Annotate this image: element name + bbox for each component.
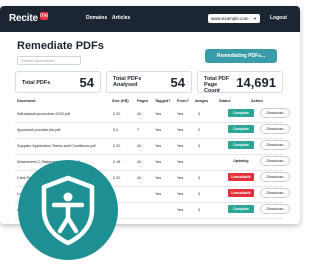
stat-card-page-count: Total PDF Page Count 14,691 (197, 71, 283, 94)
accessibility-shield-icon (41, 175, 95, 246)
stat-label: Total PDF Page Count (204, 76, 230, 94)
table-row: Approved-provider-list.pdf 0.2 7 Yes Yes 2 Com… (15, 122, 290, 139)
brand-logo-mark: me (40, 12, 49, 20)
cell-size: 0.32 (113, 144, 121, 148)
cell-document: Supplier-Application-Terms-and-Condition… (17, 144, 96, 148)
top-navigation-bar: Recite me Domains Articles www.example.c… (0, 6, 300, 32)
cell-tagged: Yes (155, 128, 162, 132)
nav-articles[interactable]: Articles (112, 15, 130, 21)
column-header-images[interactable]: Images (195, 99, 208, 103)
download-button[interactable]: Download (260, 204, 290, 214)
column-header-form[interactable]: Form? (177, 99, 189, 103)
download-button[interactable]: Download (260, 156, 290, 166)
stat-label: Total PDFs Analysed (113, 76, 142, 88)
cell-images: 3 (198, 112, 201, 116)
logout-link[interactable]: Logout (270, 15, 287, 21)
status-badge: Updating (228, 157, 254, 165)
status-badge: Complete (228, 141, 254, 149)
download-button[interactable]: Download (260, 172, 290, 182)
remediate-button[interactable]: Remediating PDFs... (205, 49, 277, 63)
cell-form: Yes (177, 176, 184, 180)
domain-select-value: www.example.com (211, 16, 249, 21)
cell-pages: 20 (137, 112, 142, 116)
cell-images: 3 (198, 192, 201, 196)
cell-tagged: Yes (155, 112, 162, 116)
cell-form: Yes (177, 112, 184, 116)
cell-pages: 20 (137, 160, 142, 164)
cell-pages: 7 (137, 128, 140, 132)
chevron-down-icon: ▼ (253, 16, 257, 21)
column-header-size[interactable]: Size (KB) (112, 99, 129, 103)
column-header-tagged[interactable]: Tagged? (155, 99, 171, 103)
table-row: Withdrawal-procedure-2020.pdf 0.32 20 Yes Ye… (15, 106, 290, 123)
cell-document: Withdrawal-procedure-2020.pdf (17, 112, 71, 116)
cell-size: 0.32 (113, 112, 121, 116)
table-row: Supplier-Application-Terms-and-Condition… (15, 138, 290, 155)
column-header-action[interactable]: Action (251, 99, 263, 103)
status-badge: Complete (228, 109, 254, 117)
status-badge: Complete (228, 125, 254, 133)
cell-images: 2 (198, 128, 201, 132)
cell-form: Yes (177, 128, 184, 132)
column-header-document[interactable]: Document (17, 99, 36, 103)
download-button[interactable]: Download (260, 108, 290, 118)
stat-value: 54 (79, 75, 94, 90)
cell-form: Yes (177, 208, 184, 212)
cell-images: 3 (198, 208, 201, 212)
download-button[interactable]: Download (260, 188, 290, 198)
cell-size: 0.2 (113, 128, 119, 132)
download-button[interactable]: Download (260, 140, 290, 150)
cell-form: Yes (177, 160, 184, 164)
search-input[interactable]: Search documents (17, 56, 81, 65)
cell-tagged: Yes (155, 192, 162, 196)
cell-form: Yes (177, 192, 184, 196)
cell-tagged: Yes (155, 144, 162, 148)
nav-domains[interactable]: Domains (86, 15, 107, 21)
cell-pages: 20 (137, 144, 142, 148)
column-header-pages[interactable]: Pages (137, 99, 148, 103)
stat-value: 54 (170, 75, 185, 90)
cell-images: 3 (198, 176, 201, 180)
brand-logo[interactable]: Recite (9, 13, 38, 24)
status-badge: Complete (228, 205, 254, 213)
stat-label: Total PDFs (22, 80, 51, 86)
cell-images: 3 (198, 144, 201, 148)
accessibility-badge (18, 160, 118, 260)
cell-form: Yes (177, 144, 184, 148)
cell-pages: 20 (137, 176, 142, 180)
download-button[interactable]: Download (260, 124, 290, 134)
column-header-status[interactable]: Status (219, 99, 231, 103)
cell-tagged: Yes (155, 160, 162, 164)
cell-tagged: Yes (155, 176, 162, 180)
stat-card-total-pdfs: Total PDFs 54 (15, 71, 101, 93)
status-badge: Unavailable (228, 173, 254, 181)
stat-value: 14,691 (236, 75, 276, 90)
cell-document: Approved-provider-list.pdf (17, 128, 61, 132)
stat-card-analysed: Total PDFs Analysed 54 (106, 71, 192, 93)
page-title: Remediate PDFs (17, 40, 104, 52)
domain-select[interactable]: www.example.com ▼ (208, 14, 260, 23)
status-badge: Unavailable (228, 189, 254, 197)
